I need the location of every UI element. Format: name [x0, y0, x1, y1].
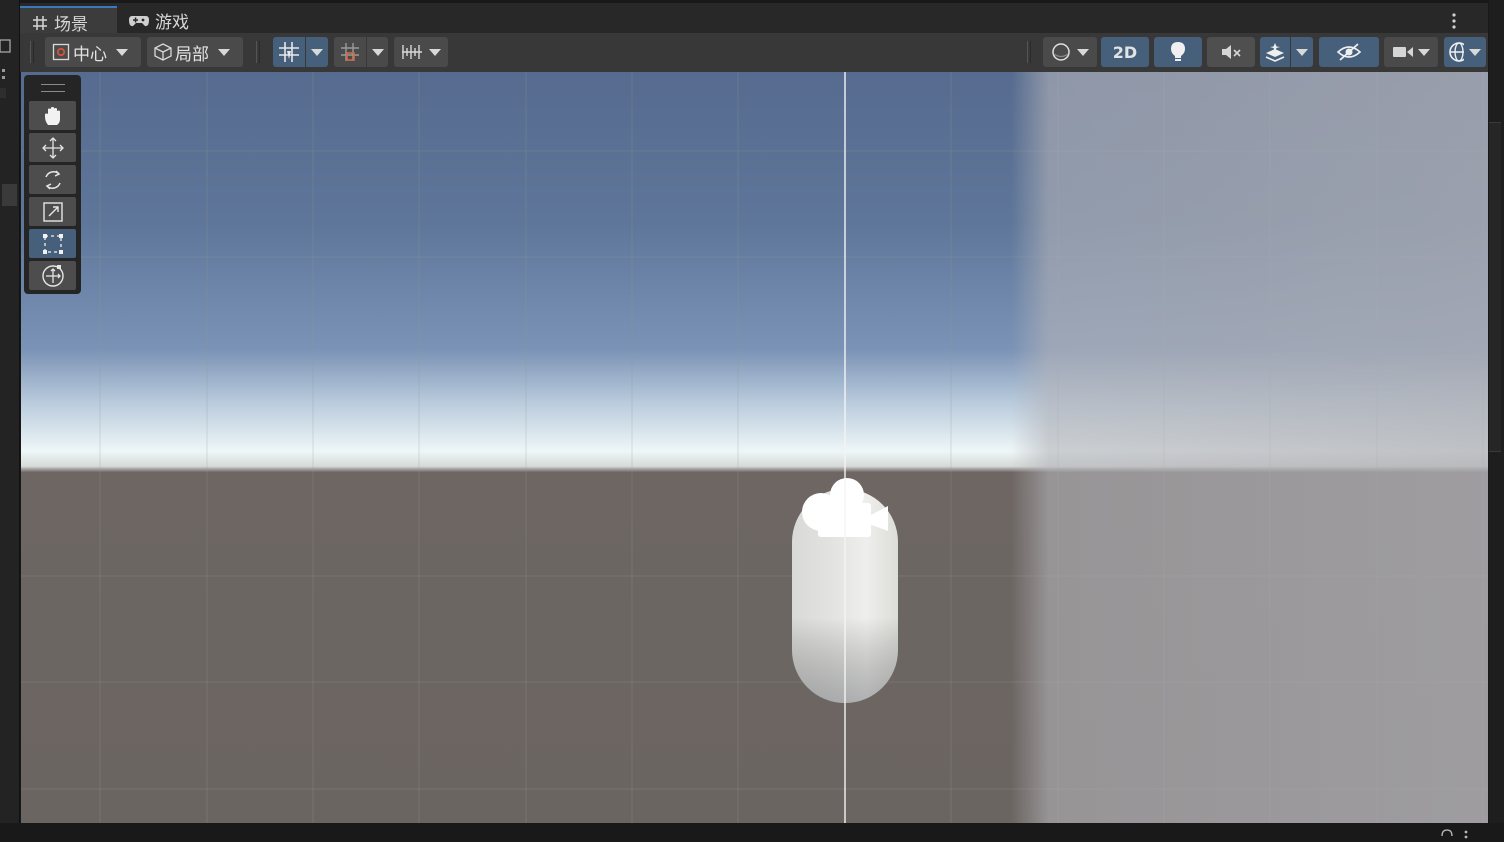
incremental-snap-toggle[interactable]: [334, 37, 366, 67]
toolbar-grip: [30, 41, 34, 63]
lightbulb-icon: [1170, 41, 1186, 63]
pivot-mode-dropdown[interactable]: 中心: [45, 37, 141, 67]
scene-objects: [792, 72, 898, 823]
scene-camera-dropdown[interactable]: [1384, 37, 1438, 67]
overlay-drag-handle[interactable]: [41, 84, 65, 92]
rect-transform-icon: [41, 232, 65, 256]
tab-game-label: 游戏: [155, 13, 189, 33]
scene-audio-toggle[interactable]: [1207, 37, 1255, 67]
tab-scene-label: 场景: [54, 15, 88, 35]
toolbar-separator: [256, 41, 260, 63]
move-arrows-icon: [41, 136, 65, 160]
grid-snapping-dropdown[interactable]: [306, 37, 328, 67]
left-panel-edge: [0, 0, 20, 823]
chevron-down-icon: [1077, 48, 1089, 56]
gizmos-dropdown[interactable]: [1464, 37, 1486, 67]
unity-scene-window: 场景 游戏 中心 局部 2D: [0, 0, 1504, 842]
grid-icon: [32, 15, 48, 31]
toggle-2d-button[interactable]: 2D: [1101, 37, 1149, 67]
transform-tool-button[interactable]: [29, 261, 76, 290]
rotate-tool-button[interactable]: [29, 165, 76, 194]
chevron-down-icon: [429, 48, 441, 56]
grid-snap-icon: [278, 41, 300, 63]
chevron-down-icon: [311, 48, 323, 56]
rotate-icon: [41, 168, 65, 192]
chevron-down-icon: [218, 48, 230, 56]
pivot-mode-label: 中心: [73, 44, 107, 65]
rect-tool-button[interactable]: [29, 229, 76, 258]
effects-layers-icon: [1264, 42, 1286, 62]
toggle-2d-label: 2D: [1112, 42, 1138, 62]
chevron-down-icon: [1418, 48, 1430, 56]
hand-icon: [42, 105, 64, 127]
scene-lighting-toggle[interactable]: [1154, 37, 1202, 67]
right-scroll-track[interactable]: [1489, 122, 1501, 452]
tab-bar: 场景 游戏: [20, 3, 1488, 37]
pivot-center-icon: [52, 43, 70, 61]
chevron-down-icon: [1469, 48, 1481, 56]
toolbar-separator: [1027, 41, 1031, 63]
local-cube-icon: [153, 42, 173, 62]
scale-tool-button[interactable]: [29, 197, 76, 226]
scene-toolbar: 中心 局部 2D: [20, 33, 1488, 73]
panel-edge-icons: [0, 39, 11, 98]
scene-effects-dropdown[interactable]: [1291, 37, 1313, 67]
status-icons: [1441, 829, 1468, 839]
tools-overlay: [24, 75, 81, 294]
transform-icon: [40, 263, 66, 289]
scene-viewport[interactable]: [21, 72, 1488, 823]
right-panel-edge: [1489, 0, 1504, 823]
status-bar: [0, 823, 1504, 842]
incremental-snap-dropdown[interactable]: [367, 37, 388, 67]
grid-snapping-toggle[interactable]: [273, 37, 305, 67]
chevron-down-icon: [1296, 48, 1308, 56]
scale-icon: [41, 200, 65, 224]
snap-settings-dropdown[interactable]: [394, 37, 448, 67]
chevron-down-icon: [116, 48, 128, 56]
scene-effects-toggle[interactable]: [1260, 37, 1290, 67]
more-options-icon[interactable]: [1450, 11, 1458, 31]
hidden-eye-icon: [1336, 42, 1362, 62]
pivot-rotation-label: 局部: [175, 44, 209, 65]
draw-mode-dropdown[interactable]: [1043, 37, 1097, 67]
ruler-icon: [401, 42, 423, 62]
scene-visibility-toggle[interactable]: [1319, 37, 1379, 67]
move-tool-button[interactable]: [29, 133, 76, 162]
camera-icon: [1392, 44, 1414, 60]
hand-tool-button[interactable]: [29, 101, 76, 130]
increment-snap-icon: [339, 41, 361, 63]
tab-game[interactable]: 游戏: [128, 6, 218, 35]
pivot-rotation-dropdown[interactable]: 局部: [147, 37, 243, 67]
audio-mute-icon: [1219, 42, 1243, 62]
shading-sphere-icon: [1051, 42, 1071, 62]
left-scroll-thumb[interactable]: [2, 184, 17, 206]
chevron-down-icon: [371, 48, 384, 56]
gamepad-icon: [128, 14, 150, 28]
